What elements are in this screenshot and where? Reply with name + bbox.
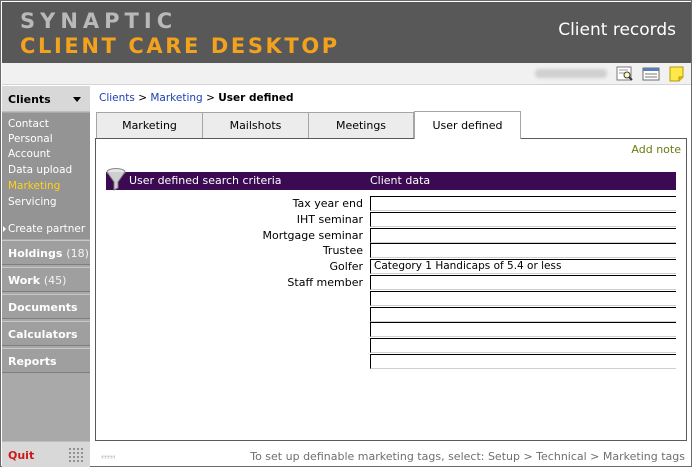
client-data-field[interactable] — [370, 322, 676, 338]
client-data-header: Client data — [370, 174, 431, 187]
client-data-field[interactable]: Category 1 Handicaps of 5.4 or less — [370, 259, 676, 275]
search-document-icon[interactable] — [616, 66, 634, 82]
resize-grip-icon[interactable] — [68, 447, 84, 463]
breadcrumb: Clients > Marketing > User defined — [99, 92, 293, 104]
sidebar-item-work[interactable]: Work (45) — [2, 267, 90, 292]
work-count: (45) — [43, 274, 67, 287]
tab-mailshots[interactable]: Mailshots — [202, 112, 309, 139]
reports-label: Reports — [8, 355, 57, 368]
create-partner-link[interactable]: Create partner — [8, 223, 85, 235]
clients-submenu: Contact Personal Account Data upload Mar… — [2, 113, 90, 239]
user-name-redacted — [535, 69, 607, 78]
sticky-note-icon[interactable] — [668, 66, 686, 82]
brand-line-1: SYNAPTIC — [20, 9, 178, 33]
client-data-field[interactable] — [370, 290, 676, 306]
work-label: Work — [8, 274, 41, 287]
chevron-right-icon — [3, 226, 6, 232]
client-data-field[interactable] — [370, 227, 676, 243]
quit-button[interactable]: Quit — [8, 449, 34, 462]
clients-dropdown-label: Clients — [8, 93, 51, 106]
clients-dropdown[interactable]: Clients — [2, 86, 90, 112]
client-data-field[interactable] — [370, 275, 676, 290]
criteria-header: User defined search criteria — [129, 174, 282, 187]
app-window: SYNAPTIC CLIENT CARE DESKTOP Client reco… — [0, 0, 692, 467]
criteria-label: Mortgage seminar — [262, 228, 363, 242]
holdings-label: Holdings — [8, 247, 63, 260]
breadcrumb-current: User defined — [218, 92, 294, 104]
tab-user-defined[interactable]: User defined — [414, 111, 521, 139]
criteria-label: Trustee — [322, 244, 363, 258]
app-header: SYNAPTIC CLIENT CARE DESKTOP Client reco… — [2, 2, 691, 63]
sidebar-item-documents[interactable]: Documents — [2, 294, 90, 319]
client-data-field[interactable] — [370, 306, 676, 322]
calculators-label: Calculators — [8, 328, 78, 341]
page-title: Client records — [558, 20, 676, 40]
sidebar-item-reports[interactable]: Reports — [2, 348, 90, 373]
sidebar-item-data-upload[interactable]: Data upload — [8, 164, 72, 176]
criteria-label: IHT seminar — [296, 212, 363, 226]
sidebar-item-holdings[interactable]: Holdings (18) — [2, 240, 90, 265]
sidebar-item-contact[interactable]: Contact — [8, 118, 49, 130]
breadcrumb-marketing[interactable]: Marketing — [150, 92, 202, 104]
criteria-header-bar: User defined search criteria Client data — [106, 172, 676, 190]
criteria-label: Staff member — [287, 276, 363, 289]
criteria-label: Golfer — [329, 260, 363, 274]
sidebar-item-calculators[interactable]: Calculators — [2, 321, 90, 346]
client-data-field[interactable] — [370, 354, 676, 369]
toolbar — [2, 63, 691, 85]
documents-label: Documents — [8, 301, 78, 314]
tab-meetings[interactable]: Meetings — [308, 112, 414, 139]
brand-line-2: CLIENT CARE DESKTOP — [20, 34, 340, 58]
sidebar-item-account[interactable]: Account — [8, 148, 50, 160]
sidebar-item-personal[interactable]: Personal — [8, 133, 53, 145]
filter-funnel-icon — [106, 168, 126, 191]
tab-marketing[interactable]: Marketing — [96, 112, 203, 139]
breadcrumb-separator: > — [138, 92, 148, 104]
status-grip-icon — [101, 455, 115, 459]
breadcrumb-clients[interactable]: Clients — [99, 92, 135, 104]
client-data-field[interactable] — [370, 243, 676, 259]
status-hint: To set up definable marketing tags, sele… — [250, 450, 685, 463]
add-note-link[interactable]: Add note — [631, 143, 681, 156]
holdings-count: (18) — [66, 247, 89, 260]
client-data-field[interactable] — [370, 196, 676, 211]
criteria-label: Tax year end — [292, 197, 363, 210]
chevron-down-icon — [73, 97, 81, 102]
user-defined-panel: Add note User defined search criteria Cl… — [95, 138, 687, 441]
breadcrumb-separator: > — [206, 92, 215, 104]
status-bar: To set up definable marketing tags, sele… — [91, 447, 691, 467]
sidebar: Clients Contact Personal Account Data up… — [2, 86, 90, 467]
sidebar-item-marketing[interactable]: Marketing — [8, 180, 60, 192]
list-view-icon[interactable] — [642, 66, 660, 82]
sidebar-item-servicing[interactable]: Servicing — [8, 196, 57, 208]
sidebar-footer: Quit — [2, 441, 90, 467]
client-data-field[interactable] — [370, 211, 676, 227]
client-data-field[interactable] — [370, 338, 676, 354]
